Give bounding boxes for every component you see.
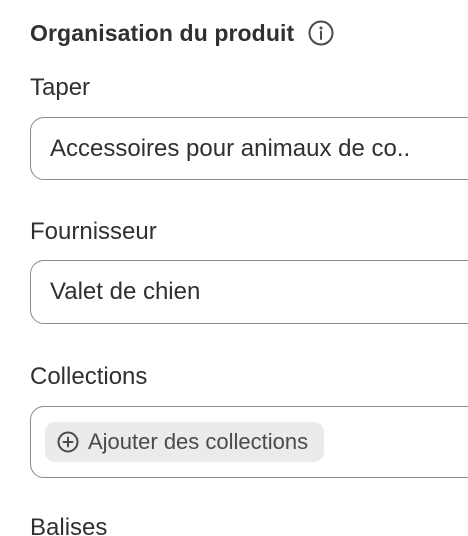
type-value: Accessoires pour animaux de co..: [50, 134, 411, 162]
vendor-label: Fournisseur: [30, 218, 157, 245]
plus-circle-icon: [57, 431, 79, 453]
type-label: Taper: [30, 74, 91, 101]
type-field[interactable]: Accessoires pour animaux de co..: [30, 117, 468, 180]
info-icon[interactable]: [308, 20, 334, 46]
collections-field: Ajouter des collections: [30, 406, 468, 478]
product-organization-panel: Organisation du produit Taper Accessoire…: [0, 0, 468, 536]
add-collections-label: Ajouter des collections: [88, 429, 309, 454]
add-collections-button[interactable]: Ajouter des collections: [45, 422, 325, 462]
collections-label: Collections: [30, 363, 148, 390]
section-header: Organisation du produit: [30, 14, 334, 52]
tags-label: Balises: [30, 514, 108, 536]
vendor-value: Valet de chien: [50, 278, 201, 305]
section-title: Organisation du produit: [30, 19, 295, 46]
vendor-field[interactable]: Valet de chien: [30, 260, 468, 324]
